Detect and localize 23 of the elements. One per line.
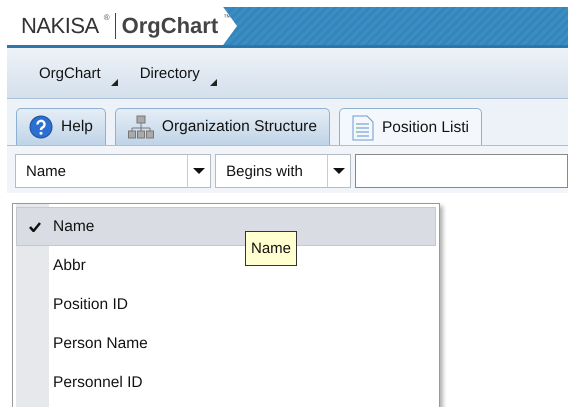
tab[interactable]: Position Listi (338, 108, 482, 145)
tab[interactable]: Organization Structure (114, 108, 330, 145)
option-item[interactable]: Name (53, 218, 94, 236)
product-name: OrgChart (114, 13, 218, 39)
field-dropdown[interactable]: Name (15, 154, 212, 188)
menu-button[interactable]: Directory (138, 60, 219, 86)
checkmark-icon (29, 222, 41, 232)
document-icon (352, 114, 374, 140)
tab[interactable]: Help (16, 108, 106, 145)
menu-button[interactable]: OrgChart (37, 60, 120, 86)
brand-name: NAKISA (21, 13, 99, 39)
option-item[interactable]: Abbr (53, 256, 86, 274)
help-icon (29, 115, 53, 139)
caret-icon (110, 78, 118, 86)
hierarchy-icon (128, 115, 154, 139)
option-item[interactable]: Personnel ID (53, 374, 143, 392)
option-item[interactable]: Person Name (53, 334, 148, 352)
caret-icon (210, 78, 217, 86)
tooltip: Name (245, 231, 298, 266)
option-item[interactable]: Position ID (53, 296, 128, 314)
search-field[interactable] (355, 154, 568, 188)
operator-dropdown[interactable]: Begins with (215, 154, 351, 188)
registered-mark: ® (104, 13, 110, 22)
